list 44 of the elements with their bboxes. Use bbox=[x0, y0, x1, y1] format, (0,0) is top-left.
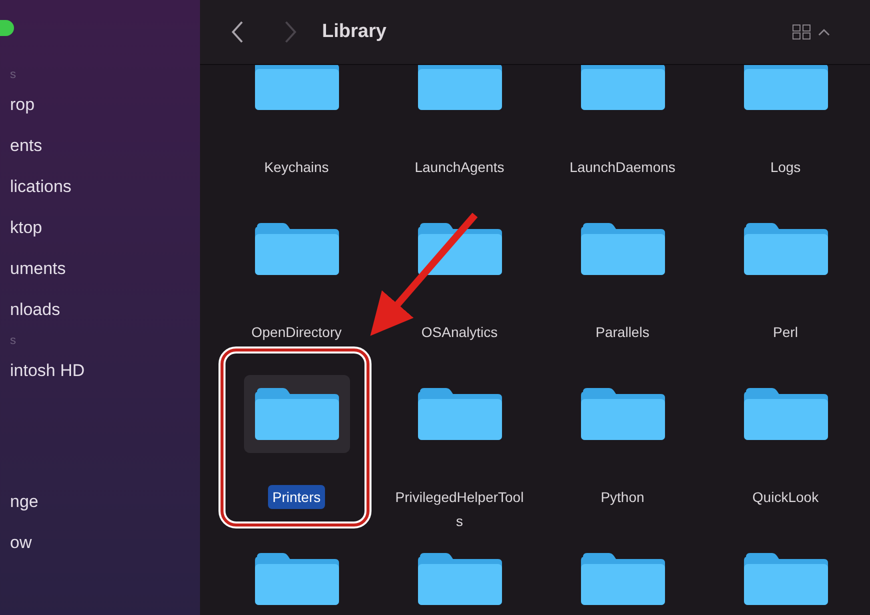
selected-folder-tile[interactable] bbox=[244, 375, 350, 453]
chevron-icon[interactable] bbox=[818, 28, 830, 36]
folder-icon bbox=[578, 223, 666, 275]
folder-name: Logs bbox=[769, 158, 802, 177]
folder-name: Keychains bbox=[263, 158, 330, 177]
sidebar-item[interactable]: rop bbox=[10, 84, 200, 125]
folder-icon bbox=[416, 388, 504, 440]
folder-icon bbox=[252, 553, 340, 605]
folder-icon bbox=[416, 553, 504, 605]
window-title: Library bbox=[322, 20, 386, 44]
sidebar-item[interactable]: ents bbox=[10, 125, 200, 166]
folder-name: Python bbox=[600, 488, 646, 507]
folder-name: Parallels bbox=[594, 323, 650, 342]
folder-icon bbox=[742, 223, 830, 275]
folder-icon bbox=[252, 65, 340, 110]
grid-view-icon[interactable] bbox=[792, 24, 812, 40]
folder-icon bbox=[578, 553, 666, 605]
sidebar-item[interactable]: intosh HD bbox=[10, 350, 200, 391]
sidebar-item[interactable]: nloads bbox=[10, 289, 200, 330]
folder-icon bbox=[252, 388, 340, 440]
folder-name: PrivilegedHelperTools bbox=[394, 488, 525, 531]
folder-name: OpenDirectory bbox=[250, 323, 343, 342]
sidebar-item[interactable]: lications bbox=[10, 166, 200, 207]
folder-icon bbox=[742, 65, 830, 110]
sidebar-item[interactable]: uments bbox=[10, 248, 200, 289]
sidebar-item[interactable]: nge bbox=[10, 481, 200, 522]
folder-name: QuickLook bbox=[751, 488, 820, 507]
sidebar-section-header: s bbox=[10, 332, 17, 349]
folder-icon bbox=[578, 65, 666, 110]
folder-name: Printers bbox=[268, 485, 325, 509]
folder-icon bbox=[742, 388, 830, 440]
folder-icon bbox=[252, 223, 340, 275]
folder-icon bbox=[578, 388, 666, 440]
back-icon[interactable] bbox=[230, 20, 244, 44]
sidebar-item[interactable]: ow bbox=[10, 522, 200, 563]
sidebar-section-header: s bbox=[10, 66, 17, 83]
window-control-icon[interactable] bbox=[0, 20, 14, 36]
folder-name: LaunchAgents bbox=[414, 158, 506, 177]
folder-name: OSAnalytics bbox=[420, 323, 499, 342]
sidebar-item[interactable]: ktop bbox=[10, 207, 200, 248]
folder-icon bbox=[742, 553, 830, 605]
folder-name: LaunchDaemons bbox=[568, 158, 676, 177]
folder-icon bbox=[416, 65, 504, 110]
folder-name: Perl bbox=[772, 323, 799, 342]
